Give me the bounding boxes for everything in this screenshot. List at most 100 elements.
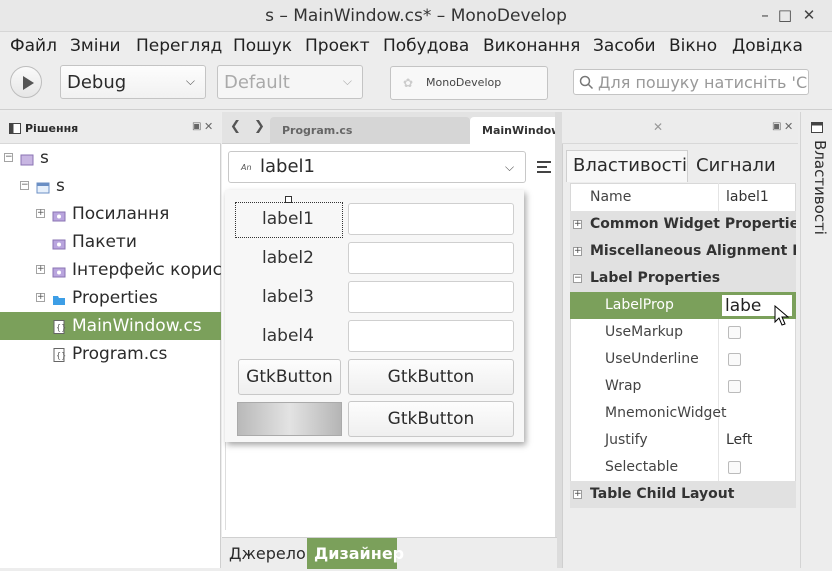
design-entry1[interactable] <box>348 203 514 235</box>
menu-search[interactable]: Пошук <box>233 36 292 56</box>
property-name: UseMarkup <box>605 324 684 340</box>
design-button-right-2[interactable]: GtkButton <box>348 401 514 437</box>
maximize-button[interactable]: □ <box>776 6 794 24</box>
property-checkbox[interactable] <box>728 326 741 339</box>
menu-edit[interactable]: Зміни <box>70 36 121 56</box>
property-checkbox[interactable] <box>728 353 741 366</box>
expand-icon[interactable]: + <box>36 209 45 218</box>
tab-source[interactable]: Джерело <box>229 544 306 563</box>
expand-icon[interactable]: + <box>36 293 45 302</box>
tab-signals[interactable]: Сигнали <box>696 155 776 176</box>
tab-program-cs[interactable]: Program.cs <box>270 117 470 144</box>
property-row[interactable]: Name label1 <box>570 184 796 211</box>
dock-icon[interactable]: ▣ <box>192 121 201 132</box>
menu-window[interactable]: Вікно <box>669 36 717 56</box>
platform-combo[interactable]: Default ⌵ <box>217 65 363 99</box>
tree-item[interactable]: + Інтерфейс користувача <box>0 256 221 284</box>
design-entry2[interactable] <box>348 242 514 274</box>
collapse-icon[interactable]: − <box>20 181 29 190</box>
menu-help[interactable]: Довідка <box>732 36 803 56</box>
svg-text:{}: {} <box>56 323 66 332</box>
tree-item-label: MainWindow.cs <box>72 316 202 336</box>
monodevelop-logo-icon: ✿ <box>403 76 414 90</box>
property-row[interactable]: UseMarkup <box>570 319 796 346</box>
properties-header: ✕ ▣ ✕ <box>562 112 798 144</box>
tree-item[interactable]: − s <box>0 172 221 200</box>
menu-build[interactable]: Побудова <box>383 36 469 56</box>
design-label1[interactable]: label1 <box>235 209 341 229</box>
widget-selector-combo[interactable]: An label1 ⌵ <box>228 151 526 183</box>
splitter[interactable] <box>555 112 562 568</box>
collapse-icon[interactable]: − <box>4 153 13 162</box>
editor-tabbar: ❮ ❯ Program.cs MainWindow.cs <box>222 112 557 144</box>
tree-item[interactable]: Пакети <box>0 228 221 256</box>
property-row[interactable]: Justify Left <box>570 427 796 454</box>
run-button[interactable] <box>10 66 42 98</box>
align-icon[interactable] <box>536 160 552 174</box>
menu-run[interactable]: Виконання <box>483 36 580 56</box>
chevron-left-icon[interactable]: ❮ <box>230 119 241 134</box>
solution-panel-header: Рішення ▣ ✕ <box>0 112 221 144</box>
expand-icon[interactable]: + <box>573 220 582 229</box>
menu-project[interactable]: Проект <box>305 36 370 56</box>
csharp-file-icon: {} <box>52 347 66 362</box>
tab-mainwindow-cs[interactable]: MainWindow.cs <box>470 117 557 144</box>
design-button-right-1[interactable]: GtkButton <box>348 359 514 395</box>
property-checkbox[interactable] <box>728 461 741 474</box>
property-value[interactable]: Left <box>726 432 752 448</box>
chevron-right-icon[interactable]: ❯ <box>254 119 265 134</box>
tree-item[interactable]: {} MainWindow.cs <box>0 312 221 340</box>
tree-item[interactable]: {} Program.cs <box>0 340 221 368</box>
design-label3[interactable]: label3 <box>235 287 341 307</box>
property-category[interactable]: + Common Widget Properties <box>570 211 796 238</box>
panel-icon <box>811 122 823 133</box>
menu-tools[interactable]: Засоби <box>593 36 656 56</box>
dock-icon[interactable]: ▣ <box>772 121 781 132</box>
tab-properties[interactable]: Властивості <box>573 155 687 176</box>
chevron-down-icon: ⌵ <box>505 160 515 174</box>
menu-view[interactable]: Перегляд <box>136 36 222 56</box>
search-box[interactable]: Для пошуку натисніть 'Control+,' <box>573 69 809 95</box>
expand-icon[interactable]: + <box>36 265 45 274</box>
property-category[interactable]: + Miscellaneous Alignment Properties <box>570 238 796 265</box>
tab-designer[interactable]: Дизайнер <box>307 538 404 569</box>
property-row[interactable]: LabelProp labe <box>570 292 796 319</box>
close-window-button[interactable]: ✕ <box>800 6 818 24</box>
minimize-button[interactable]: – <box>756 6 774 24</box>
tree-item[interactable]: − s <box>0 144 221 172</box>
design-placeholder-widget[interactable] <box>237 402 342 436</box>
property-row[interactable]: Wrap <box>570 373 796 400</box>
property-row[interactable]: MnemonicWidget <box>570 400 796 427</box>
close-panel-icon[interactable]: ✕ <box>784 120 793 133</box>
design-label4[interactable]: label4 <box>235 326 341 346</box>
property-checkbox[interactable] <box>728 380 741 393</box>
property-value[interactable]: label1 <box>726 189 769 205</box>
design-label2[interactable]: label2 <box>235 248 341 268</box>
editor-bottom-tabs: Джерело Дизайнер <box>222 537 557 569</box>
menu-bar: Файл Зміни Перегляд Пошук Проект Побудов… <box>0 32 832 60</box>
tree-item[interactable]: + Properties <box>0 284 221 312</box>
resize-handle[interactable] <box>285 196 292 203</box>
property-category[interactable]: + Table Child Layout <box>570 481 796 508</box>
property-category[interactable]: − Label Properties <box>570 265 796 292</box>
expand-icon[interactable]: + <box>573 490 582 499</box>
configuration-combo[interactable]: Debug ⌵ <box>60 65 206 99</box>
mouse-cursor-icon <box>774 305 790 326</box>
design-entry3[interactable] <box>348 281 514 313</box>
design-button-left[interactable]: GtkButton <box>238 359 341 395</box>
property-row[interactable]: UseUnderline <box>570 346 796 373</box>
close-panel-icon[interactable]: ✕ <box>204 120 213 133</box>
tree-item-label: s <box>40 148 49 168</box>
expand-icon[interactable]: + <box>573 247 582 256</box>
play-icon <box>23 76 34 90</box>
property-row[interactable]: Selectable <box>570 454 796 481</box>
side-dock-strip: Властивості <box>800 112 832 568</box>
close-tab-icon[interactable]: ✕ <box>653 120 663 134</box>
chevron-down-icon: ⌵ <box>185 74 195 88</box>
design-entry4[interactable] <box>348 320 514 352</box>
menu-file[interactable]: Файл <box>10 36 57 56</box>
tree-item[interactable]: + Посилання <box>0 200 221 228</box>
collapse-icon[interactable]: − <box>573 274 582 283</box>
side-properties-tab[interactable]: Властивості <box>805 140 829 235</box>
tab-label: Program.cs <box>282 124 353 137</box>
